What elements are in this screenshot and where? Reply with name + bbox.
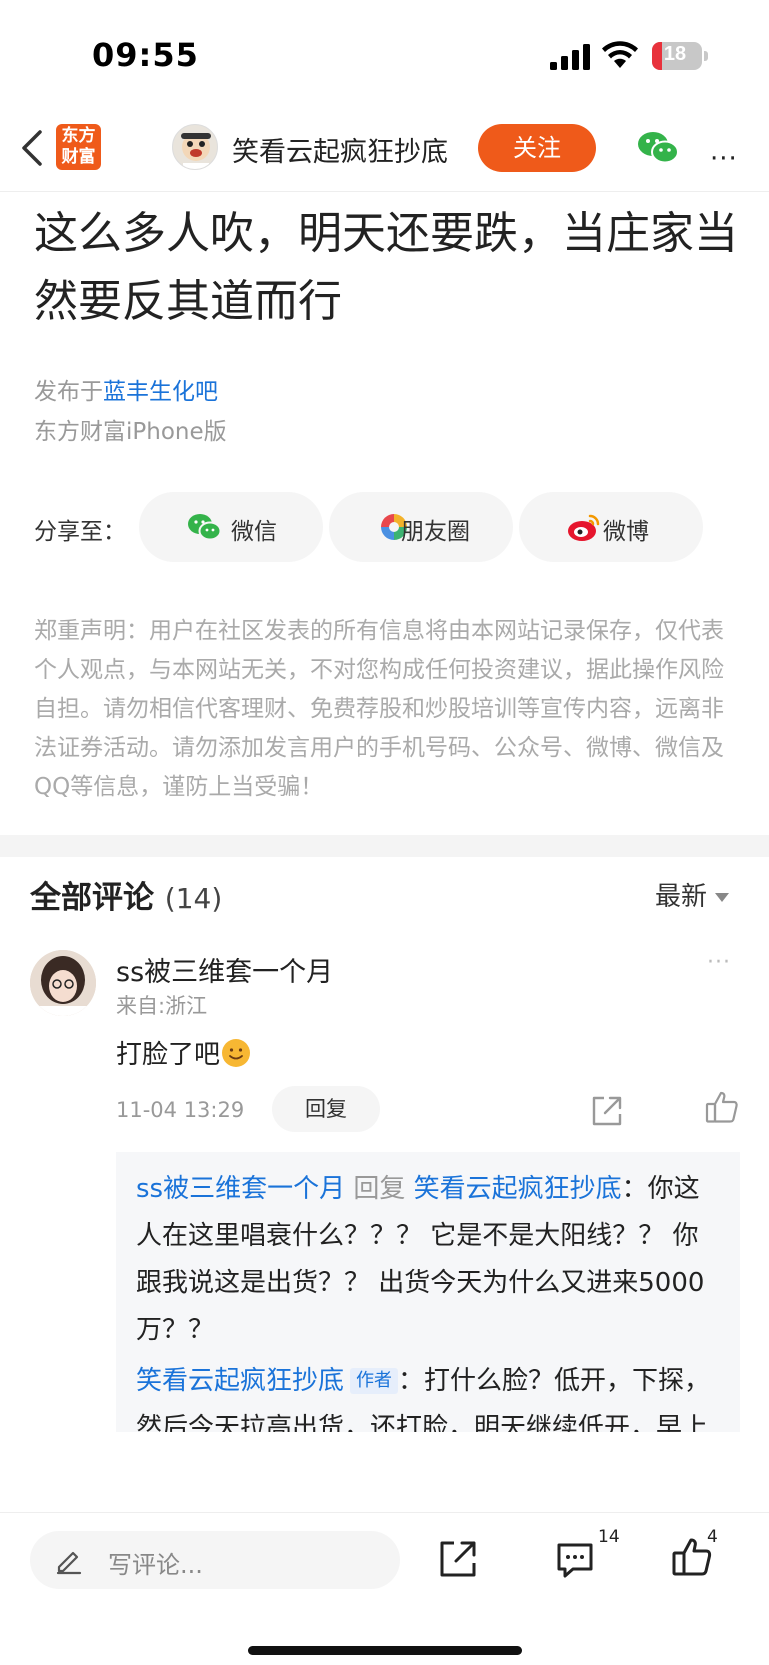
client-info: 东方财富iPhone版 <box>34 419 227 445</box>
battery-icon: 18 <box>652 42 708 70</box>
comment-time: 11-04 13:29 <box>116 1098 245 1122</box>
commenter-location: 来自:浙江 <box>116 994 208 1018</box>
comments-title: 全部评论 <box>30 880 154 916</box>
comment-icon[interactable] <box>555 1541 595 1581</box>
logo-line-1: 东方 <box>61 126 96 146</box>
sort-dropdown[interactable]: 最新 <box>655 876 730 913</box>
post-title: 这么多人吹，明天还要跌，当庄家当然要反其道而行 <box>34 208 738 327</box>
reply-colon: ： <box>621 1174 648 1204</box>
author-avatar-image <box>181 133 211 169</box>
caret-down-icon <box>715 893 730 902</box>
reply-item[interactable]: 笑看云起疯狂抄底 作者 ：打什么脸？低开，下探，然后今天拉高出货，还打脸，明天继续低… <box>136 1358 722 1432</box>
share-moments-label: 朋友圈 <box>401 519 470 545</box>
wechat-share-icon[interactable] <box>636 128 680 168</box>
follow-button[interactable]: 关注 <box>478 124 596 172</box>
comment-input[interactable]: 写评论... <box>30 1531 400 1589</box>
comment-body: 打脸了吧 <box>116 1040 221 1070</box>
battery-level: 18 <box>663 43 687 65</box>
commenter-avatar-image <box>30 950 96 1016</box>
reply-button[interactable]: 回复 <box>272 1086 380 1132</box>
sort-label: 最新 <box>655 882 708 912</box>
share-weibo-button[interactable]: 微博 <box>519 492 703 562</box>
reply-item[interactable]: ss被三维套一个月 回复 笑看云起疯狂抄底：你这人在这里唱衰什么？？？ 它是不是… <box>136 1166 722 1354</box>
author-badge: 作者 <box>350 1368 399 1394</box>
share-wechat-label: 微信 <box>231 519 277 545</box>
share-icon[interactable] <box>590 1094 624 1128</box>
status-bar: 09:55 18 <box>0 0 769 110</box>
author-name[interactable]: 笑看云起疯狂抄底 <box>232 130 448 169</box>
pencil-icon <box>56 1551 82 1575</box>
share-label: 分享至： <box>34 519 126 545</box>
share-row: 分享至： 微信 朋友圈 微博 <box>34 492 744 562</box>
bottom-action-bar: 写评论... 14 4 <box>0 1512 769 1665</box>
publish-info: 发布于蓝丰生化吧 东方财富iPhone版 <box>34 372 227 452</box>
share-moments-button[interactable]: 朋友圈 <box>329 492 513 562</box>
comment-count: 14 <box>598 1527 620 1547</box>
wifi-icon <box>602 41 638 68</box>
wechat-icon <box>188 514 221 541</box>
reply-user[interactable]: ss被三维套一个月 <box>136 1174 345 1204</box>
like-count: 4 <box>707 1527 718 1547</box>
share-weibo-label: 微博 <box>603 519 649 545</box>
status-time: 09:55 <box>92 36 199 74</box>
thumbs-up-icon[interactable] <box>705 1090 739 1124</box>
comments-header: 全部评论 (14) <box>30 872 222 917</box>
thumbs-up-icon[interactable] <box>672 1537 712 1577</box>
signal-icon <box>550 44 590 70</box>
disclaimer-text: 郑重声明：用户在社区发表的所有信息将由本网站记录保存，仅代表个人观点，与本网站无… <box>34 618 724 800</box>
replies-box: ss被三维套一个月 回复 笑看云起疯狂抄底：你这人在这里唱衰什么？？？ 它是不是… <box>116 1152 740 1432</box>
logo-line-2: 财富 <box>61 147 96 167</box>
reply-target[interactable]: 笑看云起疯狂抄底 <box>414 1174 622 1204</box>
back-arrow-icon[interactable] <box>18 128 48 168</box>
nav-bar: 东方 财富 笑看云起疯狂抄底 关注 ··· <box>0 110 769 192</box>
comment-text: 打脸了吧 <box>116 1034 251 1071</box>
commenter-avatar[interactable] <box>30 950 96 1016</box>
comment-placeholder: 写评论... <box>108 1551 203 1579</box>
smile-emoji-icon <box>222 1039 251 1067</box>
more-options-icon[interactable]: ··· <box>710 144 738 174</box>
commenter-name[interactable]: ss被三维套一个月 <box>116 950 333 989</box>
share-wechat-button[interactable]: 微信 <box>139 492 323 562</box>
eastmoney-logo[interactable]: 东方 财富 <box>56 124 101 170</box>
bar-link[interactable]: 蓝丰生化吧 <box>103 379 218 405</box>
author-avatar[interactable] <box>172 124 218 170</box>
weibo-icon <box>568 514 600 541</box>
reply-verb: 回复 <box>353 1174 406 1204</box>
reply-colon: ： <box>398 1366 425 1396</box>
comment-more-icon[interactable]: ··· <box>707 950 731 975</box>
section-divider <box>0 835 769 857</box>
published-prefix: 发布于 <box>34 379 103 405</box>
reply-user[interactable]: 笑看云起疯狂抄底 <box>136 1366 344 1396</box>
share-icon[interactable] <box>438 1539 478 1579</box>
comments-count: (14) <box>164 882 223 915</box>
home-indicator <box>248 1646 522 1655</box>
